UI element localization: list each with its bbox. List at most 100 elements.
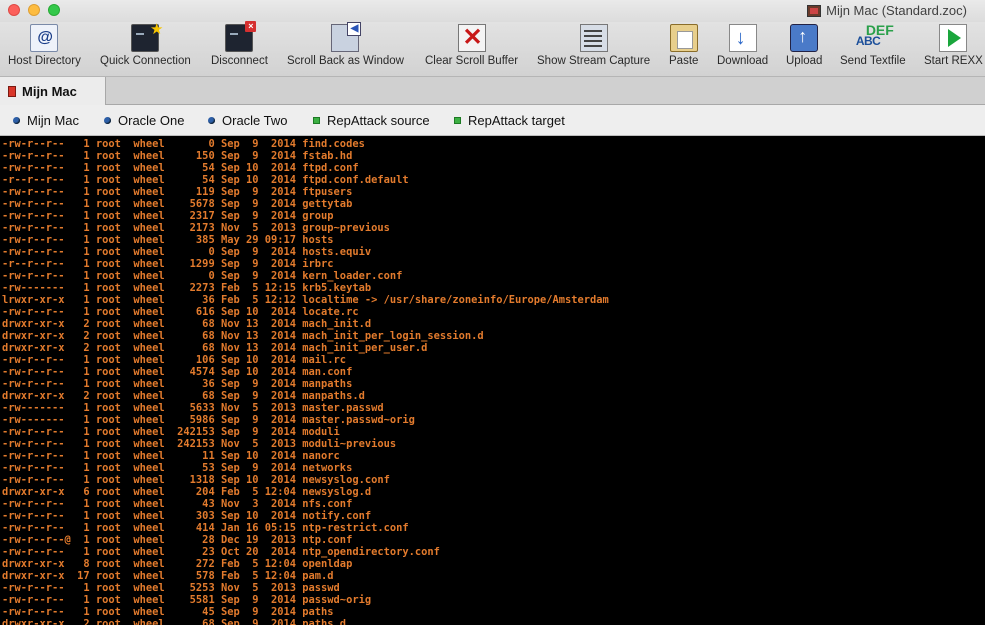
terminal-line: -rw-r--r-- 1 root wheel 11 Sep 10 2014 n… <box>2 450 340 462</box>
window-title: Mijn Mac (Standard.zoc) <box>807 3 967 18</box>
disconnect-label: Disconnect <box>211 55 268 67</box>
terminal-line: -rw-r--r-- 1 root wheel 4574 Sep 10 2014… <box>2 366 353 378</box>
tab-mijn-mac[interactable]: Mijn Mac <box>0 77 106 105</box>
clear-scroll-icon: ✕ <box>457 24 486 52</box>
terminal-output[interactable]: -rw-r--r-- 1 root wheel 0 Sep 9 2014 fin… <box>0 136 985 625</box>
zoom-window-button[interactable] <box>48 4 60 16</box>
host-dot-icon <box>13 117 20 124</box>
favorite-label: Oracle Two <box>222 113 288 128</box>
scroll-back-label: Scroll Back as Window <box>287 55 404 67</box>
terminal-line: -rw-r--r-- 1 root wheel 5678 Sep 9 2014 … <box>2 198 353 210</box>
download-icon: ↓ <box>728 24 757 52</box>
quick-connection-button[interactable]: ★ Quick Connection <box>100 21 191 67</box>
paste-icon <box>669 24 698 52</box>
tab-label: Mijn Mac <box>22 83 77 99</box>
document-icon <box>807 4 822 17</box>
send-textfile-label: Send Textfile <box>840 55 906 67</box>
terminal-line: -rw-r--r-- 1 root wheel 0 Sep 9 2014 hos… <box>2 246 372 258</box>
terminal-line: -rw-r--r-- 1 root wheel 53 Sep 9 2014 ne… <box>2 462 353 474</box>
terminal-line: -rw-r--r-- 1 root wheel 0 Sep 9 2014 ker… <box>2 270 403 282</box>
terminal-line: drwxr-xr-x 2 root wheel 68 Nov 13 2014 m… <box>2 342 428 354</box>
host-dot-icon <box>104 117 111 124</box>
terminal-line: -rw-r--r-- 1 root wheel 54 Sep 10 2014 f… <box>2 162 359 174</box>
terminal-line: -rw------- 1 root wheel 5633 Nov 5 2013 … <box>2 402 384 414</box>
favorite-oracle-two[interactable]: Oracle Two <box>208 113 288 128</box>
close-window-button[interactable] <box>8 4 20 16</box>
terminal-line: -rw------- 1 root wheel 2273 Feb 5 12:15… <box>2 282 372 294</box>
scroll-back-icon: ◀ <box>331 22 362 52</box>
terminal-line: -rw-r--r--@ 1 root wheel 28 Dec 19 2013 … <box>2 534 353 546</box>
terminal-line: drwxr-xr-x 2 root wheel 68 Nov 13 2014 m… <box>2 318 372 330</box>
show-stream-capture-button[interactable]: Show Stream Capture <box>537 24 650 67</box>
favorite-mijn-mac[interactable]: Mijn Mac <box>13 113 79 128</box>
terminal-line: -rw-r--r-- 1 root wheel 616 Sep 10 2014 … <box>2 306 359 318</box>
send-textfile-icon: ABC DEF <box>855 22 894 48</box>
favorite-label: Oracle One <box>118 113 185 128</box>
session-tab-bar: Mijn Mac <box>0 77 985 105</box>
title-bar: Mijn Mac (Standard.zoc) <box>0 0 985 22</box>
terminal-line: -rw-r--r-- 1 root wheel 385 May 29 09:17… <box>2 234 334 246</box>
terminal-line: -rw-r--r-- 1 root wheel 2317 Sep 9 2014 … <box>2 210 334 222</box>
download-label: Download <box>717 55 769 67</box>
upload-icon: ↑ <box>790 24 819 52</box>
host-directory-button[interactable]: @ Host Directory <box>8 24 81 67</box>
host-dot-icon <box>208 117 215 124</box>
scroll-back-button[interactable]: ◀ Scroll Back as Window <box>287 22 404 67</box>
start-rexx-label: Start REXX <box>924 55 983 67</box>
terminal-line: -rw-r--r-- 1 root wheel 119 Sep 9 2014 f… <box>2 186 353 198</box>
clear-scroll-label: Clear Scroll Buffer <box>425 55 519 67</box>
terminal-line: -rw-r--r-- 1 root wheel 45 Sep 9 2014 pa… <box>2 606 334 618</box>
terminal-line: drwxr-xr-x 2 root wheel 68 Nov 13 2014 m… <box>2 330 484 342</box>
start-rexx-icon <box>939 24 968 52</box>
paste-label: Paste <box>669 55 699 67</box>
terminal-line: -rw-r--r-- 1 root wheel 1318 Sep 10 2014… <box>2 474 390 486</box>
stream-capture-icon <box>579 24 608 52</box>
terminal-line: drwxr-xr-x 8 root wheel 272 Feb 5 12:04 … <box>2 558 353 570</box>
terminal-line: -rw-r--r-- 1 root wheel 242153 Nov 5 201… <box>2 438 397 450</box>
favorite-repattack-target[interactable]: RepAttack target <box>454 113 565 128</box>
terminal-line: drwxr-xr-x 6 root wheel 204 Feb 5 12:04 … <box>2 486 372 498</box>
green-square-icon <box>313 117 320 124</box>
terminal-line: -rw-r--r-- 1 root wheel 2173 Nov 5 2013 … <box>2 222 390 234</box>
terminal-line: -rw-r--r-- 1 root wheel 106 Sep 10 2014 … <box>2 354 347 366</box>
favorite-label: RepAttack target <box>468 113 565 128</box>
terminal-line: drwxr-xr-x 2 root wheel 68 Sep 9 2014 pa… <box>2 618 347 625</box>
favorites-bar: Mijn Mac Oracle One Oracle Two RepAttack… <box>0 105 985 136</box>
send-textfile-button[interactable]: ABC DEF Send Textfile <box>840 22 906 67</box>
window-title-text: Mijn Mac (Standard.zoc) <box>826 3 967 18</box>
terminal-line: -r--r--r-- 1 root wheel 1299 Sep 9 2014 … <box>2 258 334 270</box>
terminal-line: -rw-r--r-- 1 root wheel 23 Oct 20 2014 n… <box>2 546 440 558</box>
session-icon <box>8 85 16 97</box>
upload-button[interactable]: ↑ Upload <box>786 24 822 67</box>
terminal-line: -rw-r--r-- 1 root wheel 36 Sep 9 2014 ma… <box>2 378 353 390</box>
terminal-line: -rw-r--r-- 1 root wheel 5253 Nov 5 2013 … <box>2 582 340 594</box>
favorite-label: Mijn Mac <box>27 113 80 128</box>
green-square-icon <box>454 117 461 124</box>
disconnect-button[interactable]: × Disconnect <box>211 21 268 67</box>
upload-label: Upload <box>786 55 823 67</box>
terminal-line: -rw-r--r-- 1 root wheel 150 Sep 9 2014 f… <box>2 150 353 162</box>
stream-capture-label: Show Stream Capture <box>537 55 651 67</box>
minimize-window-button[interactable] <box>28 4 40 16</box>
terminal-line: -rw-r--r-- 1 root wheel 43 Nov 3 2014 nf… <box>2 498 353 510</box>
terminal-line: -rw-r--r-- 1 root wheel 242153 Sep 9 201… <box>2 426 340 438</box>
terminal-line: -rw-r--r-- 1 root wheel 5581 Sep 9 2014 … <box>2 594 372 606</box>
terminal-line: -r--r--r-- 1 root wheel 54 Sep 10 2014 f… <box>2 174 409 186</box>
clear-scroll-buffer-button[interactable]: ✕ Clear Scroll Buffer <box>425 24 518 67</box>
favorite-oracle-one[interactable]: Oracle One <box>104 113 184 128</box>
terminal-line: -rw-r--r-- 1 root wheel 0 Sep 9 2014 fin… <box>2 138 365 150</box>
quick-connection-icon: ★ <box>131 21 163 52</box>
host-directory-label: Host Directory <box>8 55 81 67</box>
terminal-line: lrwxr-xr-x 1 root wheel 36 Feb 5 12:12 l… <box>2 294 609 306</box>
terminal-line: -rw-r--r-- 1 root wheel 414 Jan 16 05:15… <box>2 522 409 534</box>
start-rexx-button[interactable]: Start REXX <box>924 24 983 67</box>
terminal-line: drwxr-xr-x 17 root wheel 578 Feb 5 12:04… <box>2 570 334 582</box>
terminal-line: -rw------- 1 root wheel 5986 Sep 9 2014 … <box>2 414 415 426</box>
download-button[interactable]: ↓ Download <box>717 24 768 67</box>
paste-button[interactable]: Paste <box>669 24 698 67</box>
disconnect-icon: × <box>225 21 257 52</box>
host-directory-icon: @ <box>30 24 59 52</box>
terminal-line: drwxr-xr-x 2 root wheel 68 Sep 9 2014 ma… <box>2 390 365 402</box>
toolbar: @ Host Directory ★ Quick Connection × Di… <box>0 21 985 77</box>
favorite-repattack-source[interactable]: RepAttack source <box>313 113 430 128</box>
